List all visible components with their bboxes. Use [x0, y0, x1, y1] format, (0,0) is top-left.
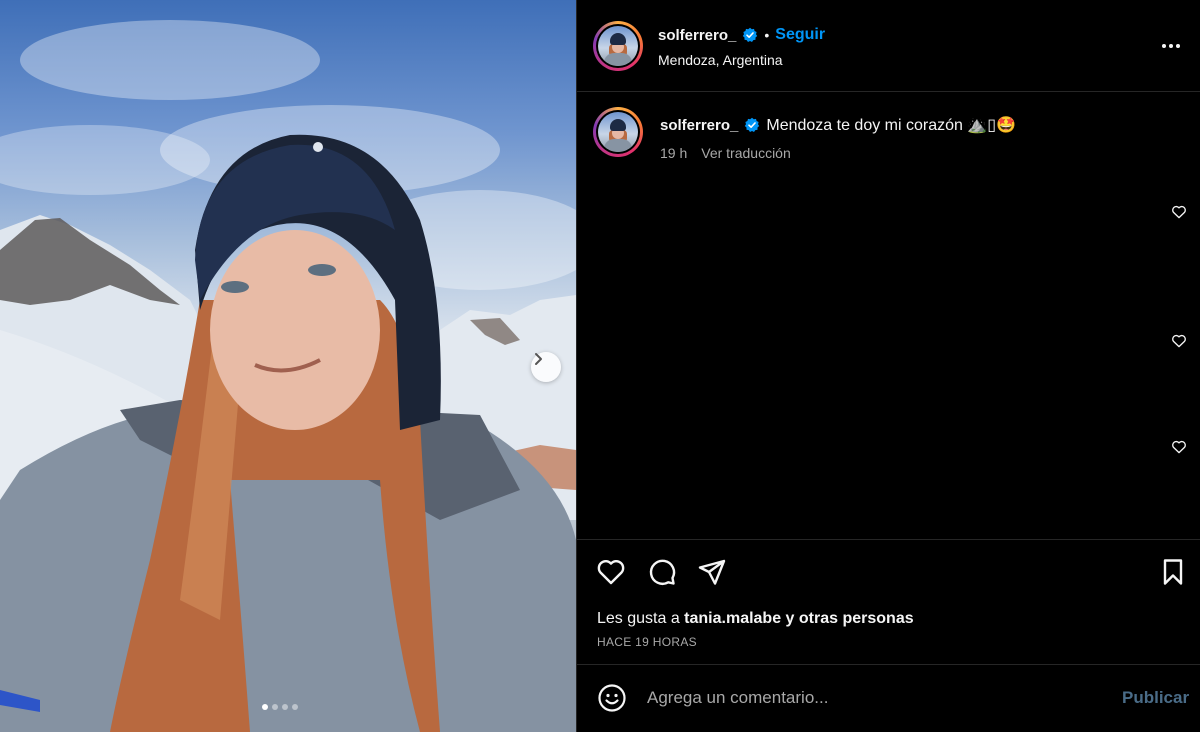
avatar[interactable] — [593, 21, 643, 71]
post-timestamp[interactable]: HACE 19 HORAS — [597, 635, 697, 649]
heart-icon[interactable] — [1171, 204, 1187, 220]
likes-summary[interactable]: Les gusta a tania.malabe y otras persona… — [597, 610, 914, 628]
separator-dot: • — [764, 27, 770, 43]
comment-input[interactable] — [647, 685, 1107, 711]
verified-badge-icon — [743, 27, 758, 42]
heart-icon[interactable] — [595, 556, 627, 588]
carousel-dot — [262, 704, 268, 710]
header-user-line: solferrero_ • Seguir — [658, 26, 825, 44]
publish-button[interactable]: Publicar — [1122, 688, 1189, 708]
caption-username-link[interactable]: solferrero_ — [660, 117, 738, 134]
caption-meta: 19 h Ver traducción — [660, 145, 791, 161]
post-side-panel: solferrero_ • Seguir Mendoza, Argentina … — [577, 0, 1200, 732]
caption-text: Mendoza te doy mi corazón ⛰️▯🤩 — [766, 117, 1017, 134]
carousel-indicator — [262, 704, 298, 710]
location-link[interactable]: Mendoza, Argentina — [658, 52, 783, 68]
bookmark-icon[interactable] — [1157, 556, 1189, 588]
caption-time[interactable]: 19 h — [660, 145, 687, 161]
more-options-icon[interactable] — [1159, 36, 1183, 56]
comment-form: Publicar — [577, 665, 1200, 732]
caption-line: solferrero_ Mendoza te doy mi corazón ⛰️… — [660, 115, 1016, 135]
carousel-dot — [282, 704, 288, 710]
verified-badge-icon — [745, 117, 760, 132]
liker-username[interactable]: tania.malabe — [684, 610, 781, 627]
carousel-dot — [272, 704, 278, 710]
heart-icon[interactable] — [1171, 439, 1187, 455]
post-photo[interactable] — [0, 0, 576, 732]
translate-link[interactable]: Ver traducción — [701, 145, 791, 161]
selfie-illustration — [0, 20, 576, 732]
post-actions: Les gusta a tania.malabe y otras persona… — [577, 539, 1200, 665]
chevron-right-icon — [535, 353, 542, 365]
follow-button[interactable]: Seguir — [775, 26, 825, 44]
comment-icon[interactable] — [646, 556, 678, 588]
carousel-dot — [292, 704, 298, 710]
post-header: solferrero_ • Seguir Mendoza, Argentina — [577, 0, 1200, 92]
caption-avatar[interactable] — [593, 107, 643, 157]
heart-icon[interactable] — [1171, 333, 1187, 349]
carousel-next-button[interactable] — [531, 352, 561, 382]
username-link[interactable]: solferrero_ — [658, 27, 736, 44]
emoji-icon[interactable] — [597, 683, 627, 713]
send-icon[interactable] — [696, 556, 728, 588]
likes-suffix[interactable]: y otras personas — [781, 610, 914, 627]
likes-prefix: Les gusta a — [597, 610, 685, 627]
